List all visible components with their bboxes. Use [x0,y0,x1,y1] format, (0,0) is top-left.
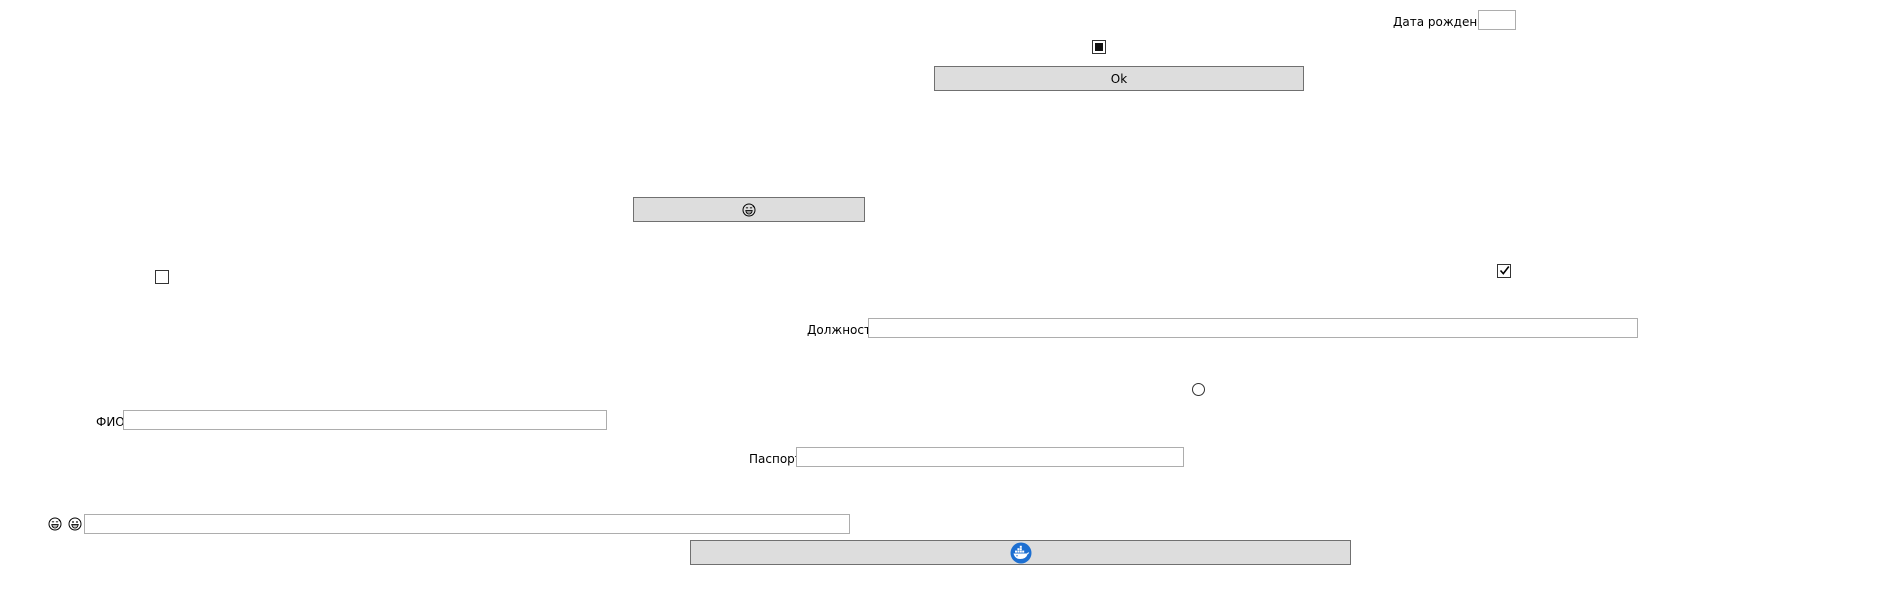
birth-date-input[interactable] [1478,10,1516,30]
whale-logo-icon [1010,542,1032,564]
grinning-sweat-face-icon [48,517,62,534]
checkbox-top[interactable] [1092,40,1106,54]
ok-button[interactable]: Ok [934,66,1304,91]
passport-input[interactable] [796,447,1184,467]
grinning-face-icon [68,517,82,534]
grinning-sweat-face-icon [742,203,756,217]
checkmark-icon [1499,266,1510,275]
ok-button-label: Ok [1110,71,1128,86]
emoji-button[interactable] [633,197,865,222]
checkbox-left[interactable] [155,270,169,284]
radio-button[interactable] [1192,383,1205,396]
passport-label: Паспорт [749,452,802,466]
fio-input[interactable] [123,410,607,430]
fio-label: ФИО [96,415,125,429]
position-input[interactable] [868,318,1638,338]
docker-button[interactable] [690,540,1351,565]
checkbox-right[interactable] [1497,264,1511,278]
emoji-input[interactable] [84,514,850,534]
